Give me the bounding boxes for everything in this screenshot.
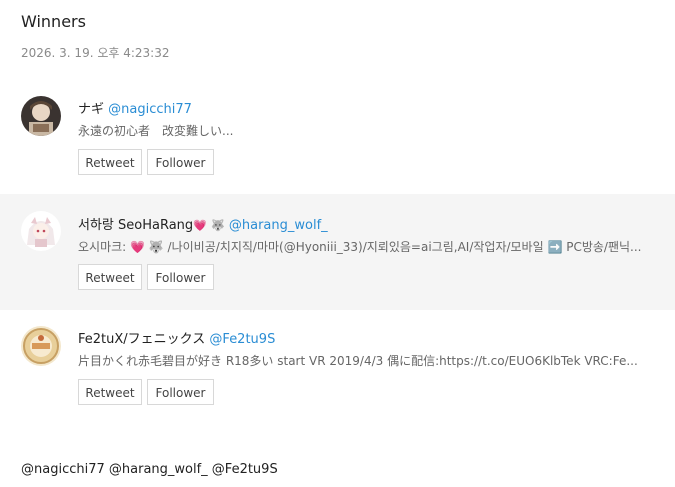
winner-name: ナギ <box>78 102 105 117</box>
follower-button[interactable]: Follower <box>147 264 214 290</box>
follower-button[interactable]: Follower <box>147 379 214 405</box>
avatar-image <box>21 326 61 366</box>
retweet-button[interactable]: Retweet <box>78 149 142 175</box>
winner-mentions: @nagicchi77 @harang_wolf_ @Fe2tu9S <box>21 462 278 477</box>
winner-name: Fe2tuX/フェニックス <box>78 332 206 347</box>
winner-name: 서하랑 SeoHaRang <box>78 218 194 233</box>
winner-handle[interactable]: @Fe2tu9S <box>209 332 275 347</box>
winner-handle[interactable]: @harang_wolf_ <box>229 218 328 233</box>
winner-handle[interactable]: @nagicchi77 <box>108 102 192 117</box>
winner-bio: 오시마크: 💗 🐺 /나이비공/치지직/마마(@Hyoniii_33)/지뢰있음… <box>78 240 642 254</box>
heart-icon: 💗 <box>193 219 207 232</box>
winner-row: ナギ @nagicchi77 永遠の初心者 改変難しい... Retweet F… <box>0 80 675 194</box>
wolf-icon: 🐺 <box>211 219 225 232</box>
avatar[interactable] <box>21 96 61 136</box>
page-title: Winners <box>21 12 86 31</box>
draw-timestamp: 2026. 3. 19. 오후 4:23:32 <box>21 46 170 60</box>
winner-row: 서하랑 SeoHaRang💗 🐺 @harang_wolf_ 오시마크: 💗 🐺… <box>0 194 675 310</box>
avatar[interactable] <box>21 326 61 366</box>
avatar[interactable] <box>21 211 61 251</box>
follower-button[interactable]: Follower <box>147 149 214 175</box>
retweet-button[interactable]: Retweet <box>78 264 142 290</box>
winner-bio: 永遠の初心者 改変難しい... <box>78 124 234 138</box>
retweet-button[interactable]: Retweet <box>78 379 142 405</box>
avatar-image <box>21 211 61 251</box>
avatar-image <box>21 96 61 136</box>
winner-bio: 片目かくれ赤毛碧目が好き R18多い start VR 2019/4/3 偶に配… <box>78 354 638 368</box>
winner-row: Fe2tuX/フェニックス @Fe2tu9S 片目かくれ赤毛碧目が好き R18多… <box>0 310 675 424</box>
